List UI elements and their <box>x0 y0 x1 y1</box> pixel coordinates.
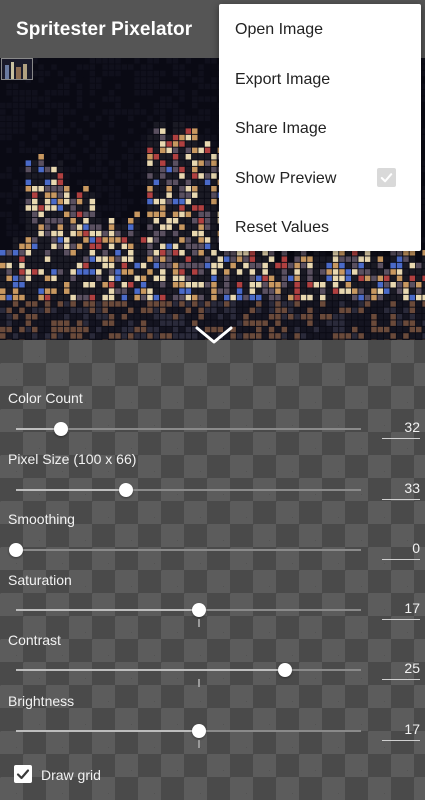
saturation-label: Saturation <box>8 572 72 588</box>
color-count-slider[interactable] <box>16 422 361 436</box>
contrast-value[interactable]: 25 <box>382 660 420 680</box>
saturation-fill <box>16 609 199 611</box>
contrast-slider[interactable] <box>16 663 361 687</box>
brightness-label: Brightness <box>8 693 75 709</box>
brightness-slider[interactable] <box>16 724 361 748</box>
color-count-value[interactable]: 32 <box>382 419 420 439</box>
contrast-thumb[interactable] <box>278 663 292 677</box>
smoothing-slider[interactable] <box>9 543 361 557</box>
brightness-value[interactable]: 17 <box>382 721 420 741</box>
original-thumbnail[interactable] <box>1 58 33 80</box>
menu-item-label: Export Image <box>235 71 331 88</box>
menu-item-export-image[interactable]: Export Image <box>219 54 421 103</box>
pixel-size-fill <box>16 489 126 491</box>
app-title: Spritester Pixelator <box>16 19 193 40</box>
saturation-thumb[interactable] <box>192 603 206 617</box>
check-icon <box>16 769 30 780</box>
smoothing-thumb[interactable] <box>9 543 23 557</box>
contrast-center-tick <box>198 679 200 687</box>
contrast-label: Contrast <box>8 632 61 648</box>
show-preview-checkbox[interactable] <box>377 168 396 187</box>
pixel-size-value[interactable]: 33 <box>382 480 420 500</box>
brightness-thumb[interactable] <box>192 724 206 738</box>
draw-grid-label: Draw grid <box>41 767 101 783</box>
menu-item-open-image[interactable]: Open Image <box>219 4 421 53</box>
color-count-thumb[interactable] <box>54 422 68 436</box>
overflow-menu: Open Image Export Image Share Image Show… <box>219 4 421 251</box>
menu-item-label: Open Image <box>235 21 324 38</box>
smoothing-label: Smoothing <box>8 511 75 527</box>
menu-item-share-image[interactable]: Share Image <box>219 103 421 152</box>
menu-item-show-preview[interactable]: Show Preview <box>219 153 421 202</box>
draw-grid-checkbox[interactable] <box>14 765 32 783</box>
pixel-size-label: Pixel Size (100 x 66) <box>8 451 137 467</box>
contrast-fill <box>16 669 285 671</box>
menu-item-reset-values[interactable]: Reset Values <box>219 202 421 251</box>
saturation-value[interactable]: 17 <box>382 600 420 620</box>
saturation-slider[interactable] <box>16 603 361 627</box>
pixel-size-thumb[interactable] <box>119 483 133 497</box>
pixel-size-slider[interactable] <box>16 483 361 497</box>
smoothing-value[interactable]: 0 <box>382 540 420 560</box>
color-count-label: Color Count <box>8 390 83 406</box>
menu-item-label: Show Preview <box>235 170 337 187</box>
thumbnail-image <box>2 59 32 79</box>
chevron-down-icon[interactable] <box>193 320 235 350</box>
check-icon <box>380 173 393 183</box>
saturation-center-tick <box>198 619 200 627</box>
brightness-fill <box>16 730 199 732</box>
brightness-center-tick <box>198 740 200 748</box>
menu-item-label: Share Image <box>235 120 327 137</box>
menu-item-label: Reset Values <box>235 219 329 236</box>
